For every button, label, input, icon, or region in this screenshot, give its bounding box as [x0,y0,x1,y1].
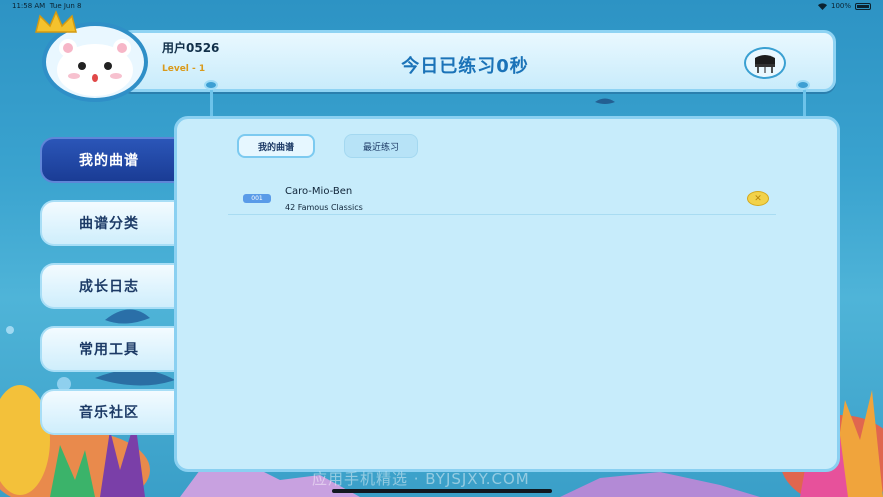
sidebar-item-growth-log[interactable]: 成长日志 [40,263,176,309]
piano-icon [755,55,775,73]
main-panel [174,116,840,472]
sidebar-item-label: 曲谱分类 [79,216,139,232]
list-item[interactable]: 001 Caro-Mio-Ben 42 Famous Classics ✕ [228,182,776,215]
tab-label: 最近练习 [362,142,399,153]
song-title: Caro-Mio-Ben [285,186,353,197]
sidebar-item-label: 音乐社区 [79,405,139,421]
song-collection: 42 Famous Classics [285,203,363,212]
practice-time-title: 今日已练习0秒 [401,56,529,77]
sidebar-item-categories[interactable]: 曲谱分类 [40,200,176,246]
sidebar-item-my-scores[interactable]: 我的曲谱 [40,137,176,183]
sidebar-item-tools[interactable]: 常用工具 [40,326,176,372]
piano-button[interactable] [744,47,786,79]
close-icon: ✕ [754,193,762,204]
tab-recent-practice[interactable]: 最近练习 [344,134,418,158]
string-knob [204,80,218,90]
home-indicator[interactable] [332,489,552,493]
sidebar-item-label: 成长日志 [79,279,139,295]
watermark: 应用手机精选 · BYJSJXY.COM [312,470,530,488]
remove-song-button[interactable]: ✕ [747,191,769,206]
level-label: Level - 1 [162,64,206,74]
string-knob [796,80,810,90]
crown-icon [35,10,77,33]
sidebar-item-label: 我的曲谱 [79,153,139,169]
tab-label: 我的曲谱 [257,142,294,153]
song-number-badge: 001 [243,194,271,203]
tab-my-scores[interactable]: 我的曲谱 [237,134,315,158]
username: 用户0526 [162,41,220,55]
sidebar-item-label: 常用工具 [79,342,139,358]
sidebar-item-community[interactable]: 音乐社区 [40,389,176,435]
